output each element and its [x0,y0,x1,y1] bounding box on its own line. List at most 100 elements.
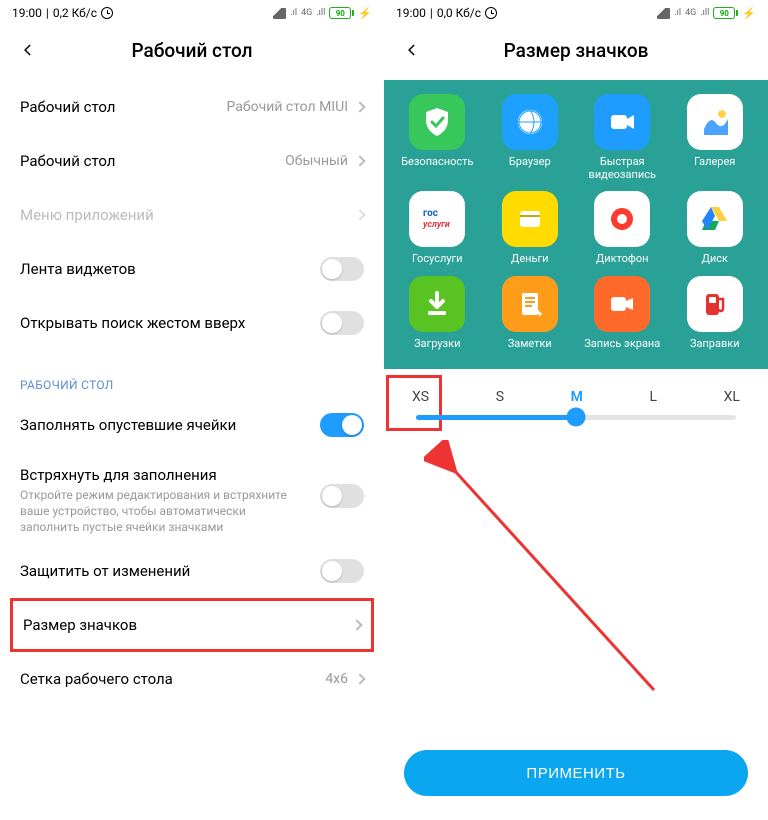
toggle-widget-feed[interactable] [320,257,364,281]
sim-icon [657,8,670,19]
size-l[interactable]: L [649,389,657,405]
settings-list: Рабочий стол Рабочий стол MIUI Рабочий с… [0,80,384,706]
section-header: РАБОЧИЙ СТОЛ [20,350,364,398]
fuel-icon [687,276,743,332]
row-sublabel: Откройте режим редактирования и встряхни… [20,487,300,536]
note-icon [502,276,558,332]
chevron-left-icon [21,43,35,57]
icon-preview-grid: Безопасность Браузер Быстрая видеозапись Га… [384,80,768,369]
size-slider-thumb[interactable] [567,408,586,427]
app-label: Заправки [690,338,740,351]
size-slider-area: XS S M L XL [384,369,768,420]
status-time: 19:00 [12,6,42,20]
size-slider-track[interactable] [416,415,736,420]
app-label: Загрузки [414,338,460,351]
size-s[interactable]: S [496,389,504,405]
camcorder-icon [594,94,650,150]
row-label: Лента виджетов [20,260,320,278]
annotation-xs-highlight [386,375,442,431]
back-button[interactable] [16,38,40,62]
drive-icon [687,191,743,247]
row-label: Защитить от изменений [20,562,320,580]
sig-4g: 4G [301,8,312,18]
row-label: Открывать поиск жестом вверх [20,314,320,332]
app-wallet[interactable]: Деньги [487,191,574,266]
page-title: Размер значков [384,39,768,62]
row-label: Размер значков [23,616,353,634]
chevron-right-icon [354,673,365,684]
toggle-shake-fill[interactable] [320,484,364,508]
download-icon [409,276,465,332]
back-button[interactable] [400,38,424,62]
row-lock-layout[interactable]: Защитить от изменений [20,544,364,598]
app-note[interactable]: Заметки [487,276,574,351]
sig-bars-2: .ıll [700,8,709,18]
status-net: 0,2 Кб/с [53,6,97,20]
app-download[interactable]: Загрузки [394,276,481,351]
battery-icon: 90 [713,7,738,19]
toggle-lock-layout[interactable] [320,559,364,583]
size-xl[interactable]: XL [724,389,740,405]
row-grid-size[interactable]: Сетка рабочего стола 4x6 [20,652,364,706]
status-bar: 19:00 | 0,0 Кб/с .ıl 4G .ıll 90 ⚡ [384,0,768,26]
chevron-left-icon [405,43,419,57]
row-launcher-mode[interactable]: Рабочий стол Обычный [20,134,364,188]
app-label: Быстрая видеозапись [582,156,662,181]
app-label: Госуслуги [412,253,463,266]
status-net: 0,0 Кб/с [437,6,481,20]
app-gos[interactable]: госуслуги Госуслуги [394,191,481,266]
row-label: Меню приложений [20,206,356,224]
charging-icon: ⚡ [358,7,372,20]
svg-text:услуги: услуги [422,220,450,230]
toggle-swipe-search[interactable] [320,311,364,335]
app-label: Галерея [694,156,735,169]
alarm-icon [101,7,113,19]
app-shield[interactable]: Безопасность [394,94,481,181]
chevron-right-icon [354,155,365,166]
size-slider-fill [416,415,576,420]
app-globe[interactable]: Браузер [487,94,574,181]
chevron-right-icon [354,209,365,220]
status-pipe: | [46,6,49,20]
app-label: Деньги [511,253,548,266]
row-label: Встряхнуть для заполнения [20,466,320,484]
annotation-arrow [424,440,684,720]
row-widget-feed[interactable]: Лента виджетов [20,242,364,296]
app-fuel[interactable]: Заправки [672,276,759,351]
wallet-icon [502,191,558,247]
app-label: Безопасность [401,156,473,169]
row-shake-fill[interactable]: Встряхнуть для заполнения Откройте режим… [20,452,364,544]
app-screenrec[interactable]: Запись экрана [579,276,666,351]
toggle-fill-cells[interactable] [320,413,364,437]
sim-icon [273,8,286,19]
app-gallery[interactable]: Галерея [672,94,759,181]
row-label: Рабочий стол [20,152,285,170]
app-label: Диск [702,253,728,266]
app-drive[interactable]: Диск [672,191,759,266]
status-time: 19:00 [396,6,426,20]
row-label: Сетка рабочего стола [20,670,325,688]
app-label: Заметки [508,338,552,351]
row-value: Обычный [285,153,348,169]
chevron-right-icon [354,101,365,112]
row-label: Заполнять опустевшие ячейки [20,416,320,434]
app-rec[interactable]: Диктофон [579,191,666,266]
status-bar: 19:00 | 0,2 Кб/с .ıl 4G .ıll 90 ⚡ [0,0,384,26]
row-value: Рабочий стол MIUI [227,99,348,115]
row-swipe-search[interactable]: Открывать поиск жестом вверх [20,296,364,350]
sig-bars-2: .ıll [316,8,325,18]
row-icon-size[interactable]: Размер значков [10,598,374,652]
app-camcorder[interactable]: Быстрая видеозапись [579,94,666,181]
app-label: Диктофон [596,253,649,266]
gos-icon: госуслуги [409,191,465,247]
row-fill-cells[interactable]: Заполнять опустевшие ячейки [20,398,364,452]
apply-button[interactable]: ПРИМЕНИТЬ [404,750,748,796]
row-app-drawer: Меню приложений [20,188,364,242]
globe-icon [502,94,558,150]
row-label: Рабочий стол [20,98,227,116]
row-value: 4x6 [325,671,348,687]
row-launcher[interactable]: Рабочий стол Рабочий стол MIUI [20,80,364,134]
titlebar: Рабочий стол [0,26,384,80]
charging-icon: ⚡ [742,7,756,20]
size-m[interactable]: M [571,389,583,405]
